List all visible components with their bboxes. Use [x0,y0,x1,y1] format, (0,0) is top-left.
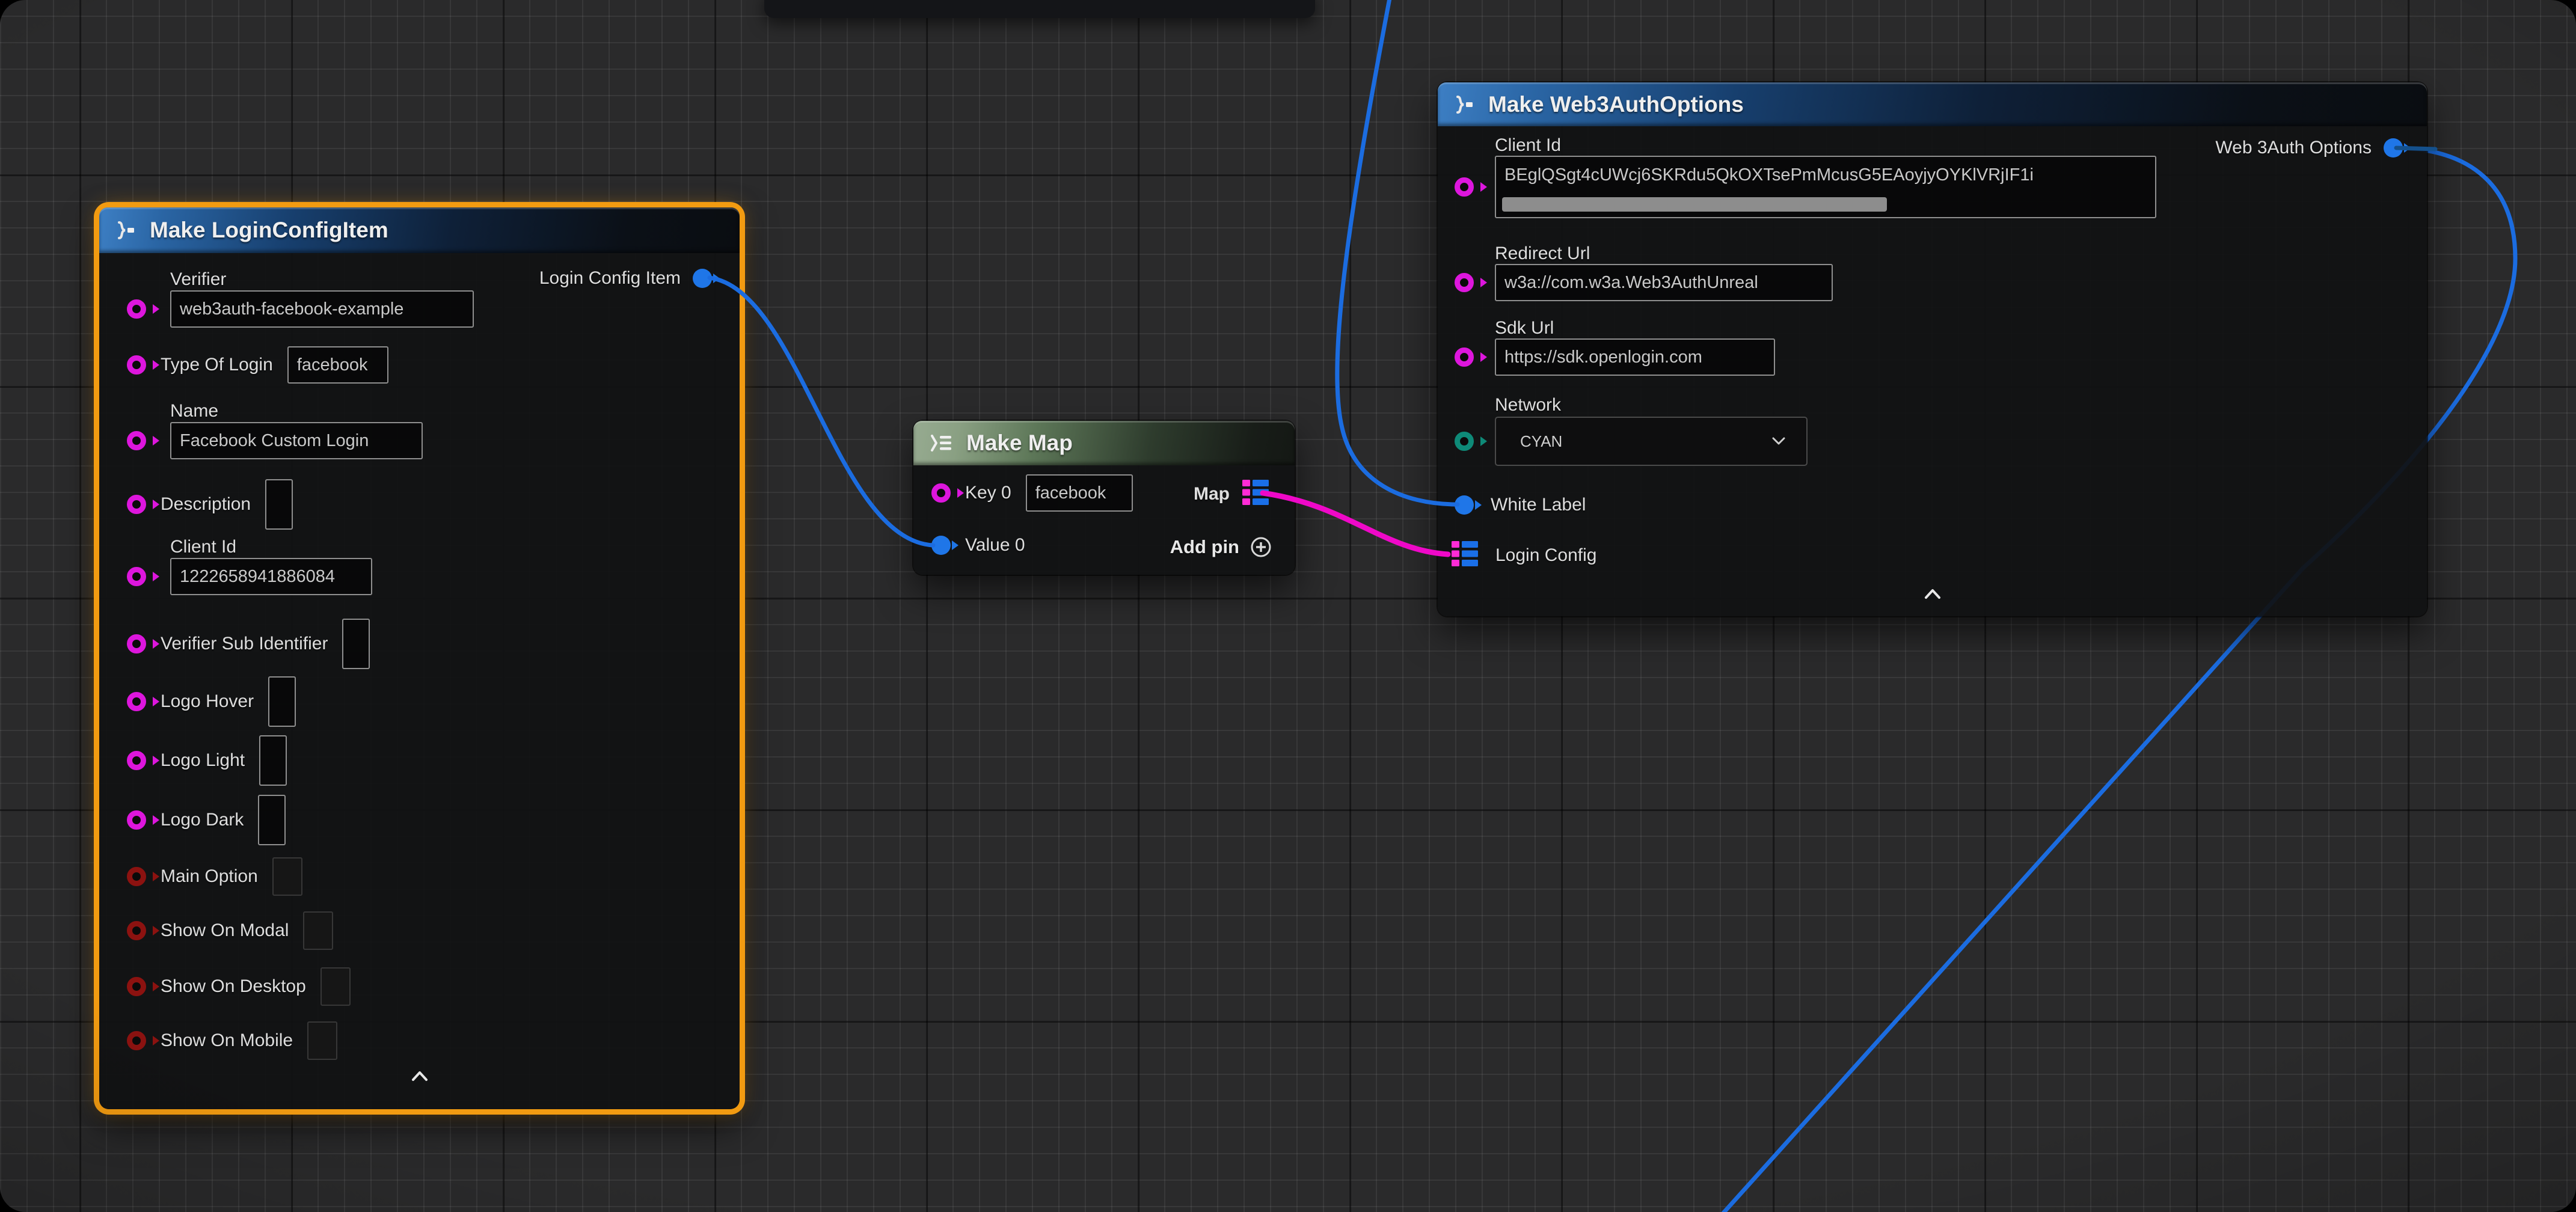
client-id-label: Client Id [1495,135,1561,156]
add-pin-button[interactable]: Add pin [1170,535,1273,559]
make-map-icon [929,433,953,453]
show-on-desktop-pin[interactable] [127,977,146,996]
logo-dark-field[interactable] [258,795,286,845]
client-id-label: Client Id [170,537,236,557]
client-id-field[interactable]: 1222658941886084 [170,558,372,595]
client-id-field[interactable]: BEglQSgt4cUWcj6SKRdu5QkOXTsePmMcusG5EAoy… [1495,156,2156,218]
show-on-modal-label: Show On Modal [161,920,289,941]
blueprint-graph-canvas[interactable]: Make LoginConfigItem Login Config Item V… [0,0,2576,1212]
verifier-sub-identifier-field[interactable] [342,619,370,669]
verifier-field[interactable]: web3auth-facebook-example [170,290,474,328]
network-pin[interactable] [1455,432,1474,451]
verifier-pin[interactable] [127,299,146,319]
node-title: Make Map [966,430,1073,456]
node-header-make-map[interactable]: Make Map [913,421,1295,465]
sdk-url-label: Sdk Url [1495,318,1554,338]
key-0-label: Key 0 [965,483,1011,503]
show-on-modal-checkbox[interactable] [303,911,333,950]
main-option-pin[interactable] [127,867,146,886]
white-label-label: White Label [1491,495,1586,515]
logo-light-pin[interactable] [127,751,146,770]
value-0-label: Value 0 [965,535,1025,556]
node-make-web3auth-options[interactable]: Make Web3AuthOptions Web 3Auth Options C… [1438,82,2427,616]
show-on-mobile-checkbox[interactable] [307,1021,337,1060]
map-output-label: Map [1194,484,1230,504]
output-pin-label: Web 3Auth Options [2215,138,2372,158]
add-pin-icon [1249,535,1273,559]
output-pin-web3auth-options[interactable] [2384,138,2403,158]
client-id-pin[interactable] [127,567,146,586]
type-of-login-pin[interactable] [127,355,146,375]
description-pin[interactable] [127,495,146,514]
description-label: Description [161,494,251,515]
description-field[interactable] [265,479,293,530]
redirect-url-pin[interactable] [1455,273,1474,292]
redirect-url-field[interactable]: w3a://com.w3a.Web3AuthUnreal [1495,264,1833,301]
chevron-up-icon [411,1071,429,1082]
login-config-pin[interactable] [1451,540,1479,571]
name-field[interactable]: Facebook Custom Login [170,422,423,459]
sdk-url-pin[interactable] [1455,347,1474,367]
logo-hover-pin[interactable] [127,692,146,711]
logo-dark-pin[interactable] [127,810,146,830]
sdk-url-field[interactable]: https://sdk.openlogin.com [1495,338,1775,376]
logo-light-label: Logo Light [161,750,245,771]
white-label-pin[interactable] [1455,495,1474,515]
verifier-sub-identifier-label: Verifier Sub Identifier [161,634,328,654]
show-on-mobile-pin[interactable] [127,1031,146,1050]
wire-login-config-item-to-value-0 [710,278,933,545]
network-label: Network [1495,395,1561,415]
logo-light-field[interactable] [259,735,287,786]
chevron-down-icon [1771,437,1786,445]
client-id-value: BEglQSgt4cUWcj6SKRdu5QkOXTsePmMcusG5EAoy… [1504,165,2147,185]
verifier-sub-identifier-pin[interactable] [127,634,146,653]
node-header-make-web3auth-options[interactable]: Make Web3AuthOptions [1438,82,2427,126]
map-output-pin[interactable] [1242,479,1269,509]
node-title: Make Web3AuthOptions [1488,92,1744,117]
redirect-url-label: Redirect Url [1495,243,1590,264]
node-make-login-config-item[interactable]: Make LoginConfigItem Login Config Item V… [99,207,740,1109]
verifier-label: Verifier [170,269,226,290]
client-id-pin[interactable] [1455,177,1474,197]
output-pin-login-config-item[interactable] [693,269,712,288]
show-on-desktop-checkbox[interactable] [320,967,351,1006]
collapse-node-button[interactable] [1921,586,1945,602]
node-make-map[interactable]: Make Map Key 0 facebook Map Value 0 Add … [913,421,1295,575]
name-pin[interactable] [127,431,146,450]
node-header-make-login-config-item[interactable]: Make LoginConfigItem [99,207,740,253]
key-0-pin[interactable] [931,483,951,503]
main-option-checkbox[interactable] [272,857,302,896]
name-label: Name [170,401,218,421]
logo-hover-field[interactable] [268,676,296,727]
make-struct-icon [115,220,136,240]
output-pin-label: Login Config Item [539,268,681,289]
network-dropdown-value: CYAN [1520,432,1562,451]
offscreen-node-bottom[interactable] [764,0,1315,18]
type-of-login-field[interactable]: facebook [287,346,388,384]
network-dropdown[interactable]: CYAN [1495,417,1808,466]
logo-dark-label: Logo Dark [161,810,244,830]
key-0-field[interactable]: facebook [1026,474,1133,512]
show-on-modal-pin[interactable] [127,921,146,940]
main-option-label: Main Option [161,866,258,887]
client-id-field-scrollbar[interactable] [1502,197,1887,212]
add-pin-label: Add pin [1170,536,1239,558]
node-title: Make LoginConfigItem [150,218,388,243]
login-config-label: Login Config [1495,545,1596,566]
show-on-mobile-label: Show On Mobile [161,1030,293,1051]
value-0-pin[interactable] [931,536,951,555]
show-on-desktop-label: Show On Desktop [161,976,306,997]
make-struct-icon [1453,94,1475,115]
chevron-up-icon [1924,589,1942,599]
logo-hover-label: Logo Hover [161,691,254,712]
type-of-login-label: Type Of Login [161,355,273,375]
collapse-node-button[interactable] [408,1068,432,1084]
